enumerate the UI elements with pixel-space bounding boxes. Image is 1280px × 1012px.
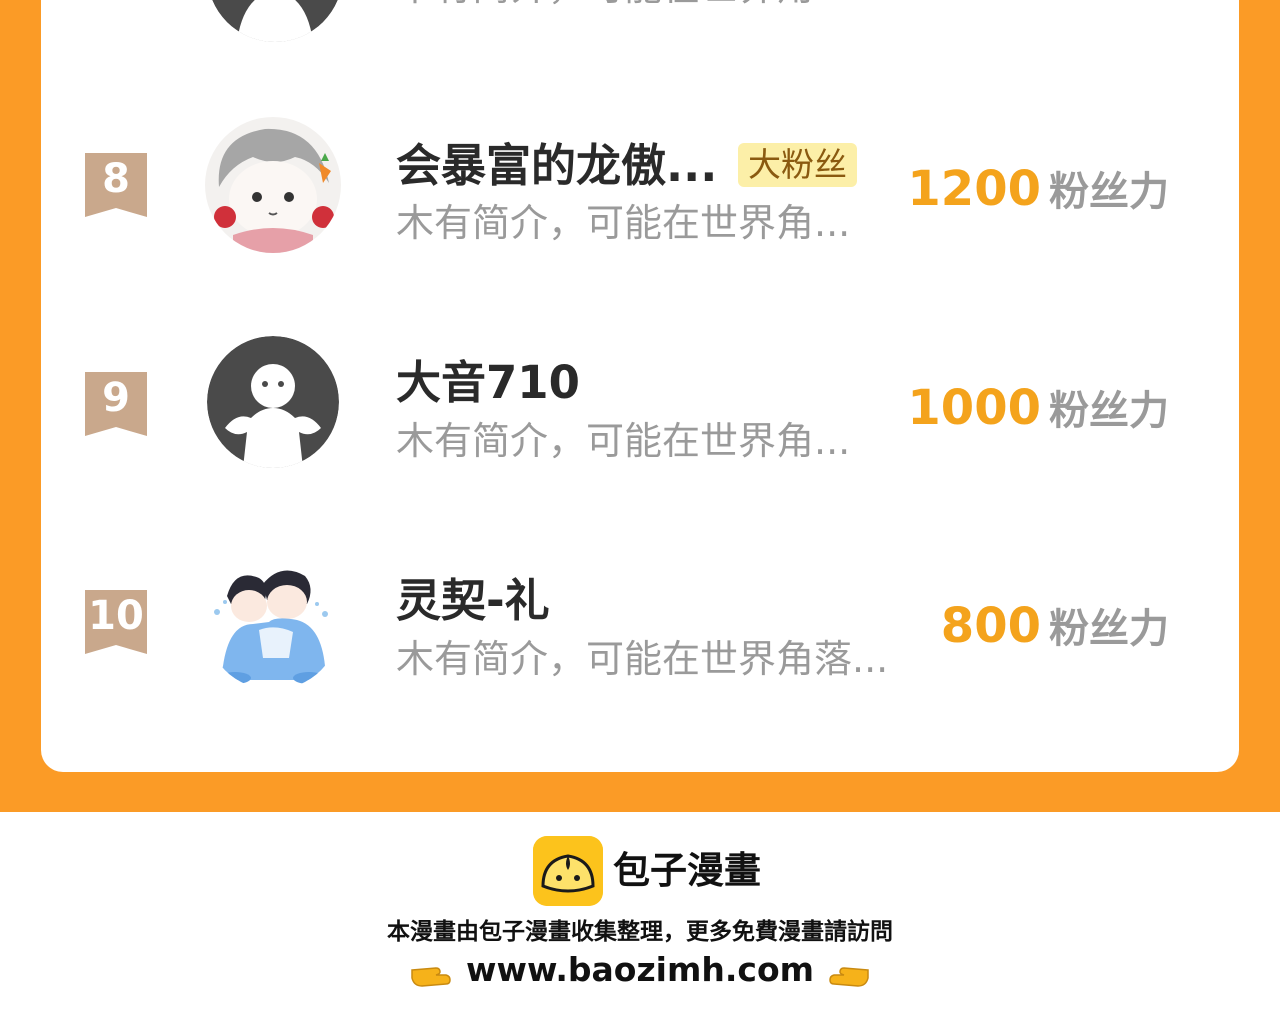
user-bio: 木有简介，可能在世界角落...: [396, 637, 889, 681]
score-value: 800: [940, 598, 1041, 654]
rank-number: 10: [88, 593, 144, 639]
rank-number: 8: [102, 156, 130, 202]
ranking-row-9[interactable]: 9 大音710 木有简介，可能在世界角... 1000 粉丝力: [41, 332, 1239, 492]
default-avatar-icon[interactable]: [207, 336, 339, 468]
score-unit: 粉丝力: [1049, 388, 1169, 434]
footer-url-line[interactable]: www.baozimh.com: [0, 948, 1280, 992]
ranking-row-7[interactable]: 木有简介，可能在世界角...: [41, 0, 1239, 60]
fan-level-badge: 大粉丝: [738, 143, 857, 187]
score-value: 1000: [907, 380, 1041, 436]
fan-power-score: 800 粉丝力: [941, 596, 1169, 667]
brand-name: 包子漫畫: [613, 849, 761, 892]
user-bio: 木有简介，可能在世界角...: [396, 419, 851, 463]
site-url-link[interactable]: www.baozimh.com: [466, 950, 814, 989]
baozi-logo-icon: [533, 836, 603, 906]
footer: 包子漫畫 本漫畫由包子漫畫收集整理，更多免費漫畫請訪問 www.baozimh.…: [0, 812, 1280, 1012]
rank-ribbon-icon: 10: [85, 590, 147, 654]
user-avatar[interactable]: [205, 117, 341, 253]
pointing-hand-icon: [410, 957, 454, 987]
rank-ribbon-icon: 9: [85, 372, 147, 436]
ranking-card: 木有简介，可能在世界角... 8 会暴富的龙傲.: [41, 0, 1239, 772]
user-name[interactable]: 会暴富的龙傲...: [396, 139, 717, 193]
rank-number: 9: [102, 375, 130, 421]
user-bio: 木有简介，可能在世界角...: [396, 201, 851, 245]
score-unit: 粉丝力: [1049, 169, 1169, 215]
user-avatar[interactable]: [205, 554, 341, 690]
ranking-row-8[interactable]: 8 会暴富的龙傲... 大粉丝 木有简介，可能在世界角... 1200 粉丝力: [41, 113, 1239, 273]
score-value: 1200: [907, 161, 1041, 217]
ranking-row-10[interactable]: 10 灵契-礼 木有简介，可能在世界角落... 800 粉丝力: [41, 550, 1239, 710]
pointing-hand-icon: [826, 957, 870, 987]
score-unit: 粉丝力: [1049, 606, 1169, 652]
footer-notice: 本漫畫由包子漫畫收集整理，更多免費漫畫請訪問: [387, 919, 893, 945]
user-name[interactable]: 灵契-礼: [396, 574, 550, 628]
user-bio: 木有简介，可能在世界角...: [396, 0, 850, 10]
fan-power-score: 1000 粉丝力: [907, 378, 1169, 449]
default-avatar-icon[interactable]: [207, 0, 343, 42]
fan-power-score: 1200 粉丝力: [907, 159, 1169, 230]
user-name[interactable]: 大音710: [396, 356, 580, 410]
rank-ribbon-icon: 8: [85, 153, 147, 217]
